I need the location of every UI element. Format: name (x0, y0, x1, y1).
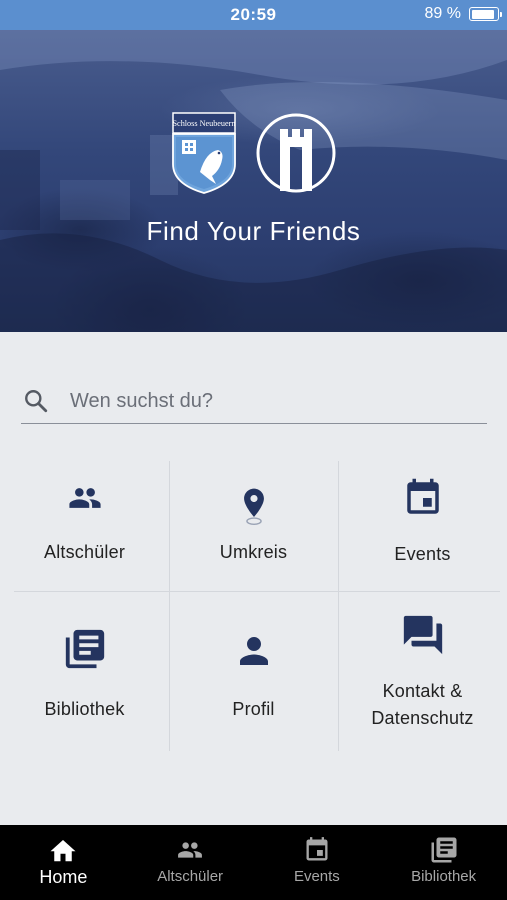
tile-label-line: Datenschutz (371, 708, 474, 728)
search-icon (25, 390, 48, 413)
tile-bibliothek[interactable]: Bibliothek (0, 592, 169, 751)
battery-icon (469, 7, 502, 21)
nav-bibliothek[interactable]: Bibliothek (380, 825, 507, 900)
nav-altschueler[interactable]: Altschüler (127, 825, 254, 900)
calendar-icon (406, 478, 439, 514)
nav-label: Home (39, 867, 88, 887)
tile-label: Bibliothek (44, 699, 125, 719)
tower-logo (256, 113, 335, 193)
bottom-navigation: Home Altschüler Events Bibliothek (0, 825, 507, 900)
nav-label: Bibliothek (411, 868, 477, 885)
tile-label: Altschüler (43, 542, 126, 562)
nav-events[interactable]: Events (254, 825, 381, 900)
home-icon (50, 840, 76, 862)
hero-title: Find Your Friends (146, 216, 361, 246)
tile-altschueler[interactable]: Altschüler (0, 461, 169, 591)
search-input[interactable] (70, 389, 450, 413)
person-icon (239, 637, 268, 665)
location-pin-icon (243, 488, 264, 525)
tile-label: Kontakt & Datenschutz (371, 678, 473, 732)
battery-indicator: 89 % (424, 5, 502, 23)
nav-label: Events (293, 868, 340, 885)
tile-profil[interactable]: Profil (169, 592, 338, 751)
nav-label: Altschüler (157, 868, 224, 885)
battery-percent: 89 % (424, 5, 461, 22)
chat-icon (403, 615, 442, 655)
library-icon (65, 629, 104, 669)
tile-label: Umkreis (219, 542, 288, 562)
search-bar[interactable] (21, 383, 487, 424)
tile-events[interactable]: Events (338, 461, 507, 591)
nav-home[interactable]: Home (0, 825, 127, 900)
status-bar: 20:59 89 % (0, 0, 507, 30)
group-icon (68, 488, 101, 508)
library-icon (431, 837, 457, 863)
calendar-icon (306, 837, 328, 861)
tile-kontakt-datenschutz[interactable]: Kontakt & Datenschutz (338, 592, 507, 751)
hero-banner: Schloss Neubeuern Find Your Friends (0, 30, 507, 332)
tile-label: Profil (232, 699, 275, 719)
school-crest-logo: Schloss Neubeuern (171, 112, 236, 194)
tile-label-line: Kontakt & (382, 681, 463, 701)
group-icon (178, 842, 203, 858)
tile-umkreis[interactable]: Umkreis (169, 461, 338, 591)
tile-label: Events (394, 544, 451, 564)
svg-text:Schloss Neubeuern: Schloss Neubeuern (172, 119, 235, 128)
